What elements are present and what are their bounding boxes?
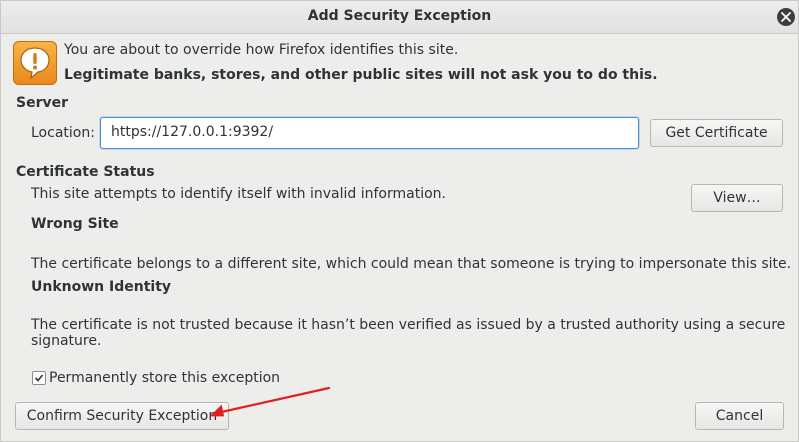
issue-title-unknown-identity: Unknown Identity [31,279,172,295]
cancel-button[interactable]: Cancel [695,402,784,430]
certificate-status-summary: This site attempts to identify itself wi… [31,186,446,202]
location-input[interactable]: https://127.0.0.1:9392/ [100,117,639,149]
intro-warning: Legitimate banks, stores, and other publ… [64,67,658,83]
warning-speech-bubble-icon [13,41,57,85]
cancel-label: Cancel [715,408,764,424]
location-label: Location: [31,125,95,141]
server-heading: Server [16,95,69,111]
close-icon [781,12,791,22]
view-certificate-button[interactable]: View… [691,184,783,212]
view-certificate-label: View… [713,190,761,206]
confirm-security-exception-label: Confirm Security Exception [26,408,218,424]
certificate-status-heading: Certificate Status [16,164,155,180]
location-value: https://127.0.0.1:9392/ [111,124,274,140]
titlebar: Add Security Exception [1,1,798,34]
checkmark-icon [34,374,44,382]
issue-title-wrong-site: Wrong Site [31,216,119,232]
confirm-security-exception-button[interactable]: Confirm Security Exception [15,402,229,430]
close-button[interactable] [777,8,795,26]
dialog-title: Add Security Exception [307,8,492,24]
get-certificate-button[interactable]: Get Certificate [650,119,783,147]
intro-message: You are about to override how Firefox id… [64,42,459,58]
issue-description-wrong-site: The certificate belongs to a different s… [31,256,792,272]
get-certificate-label: Get Certificate [665,125,768,141]
add-security-exception-dialog: Add Security Exception You are about to … [0,0,799,442]
annotation-arrow-icon [209,386,331,417]
issue-description-unknown-identity: The certificate is not trusted because i… [31,317,786,349]
permanently-store-checkbox[interactable] [32,371,46,385]
